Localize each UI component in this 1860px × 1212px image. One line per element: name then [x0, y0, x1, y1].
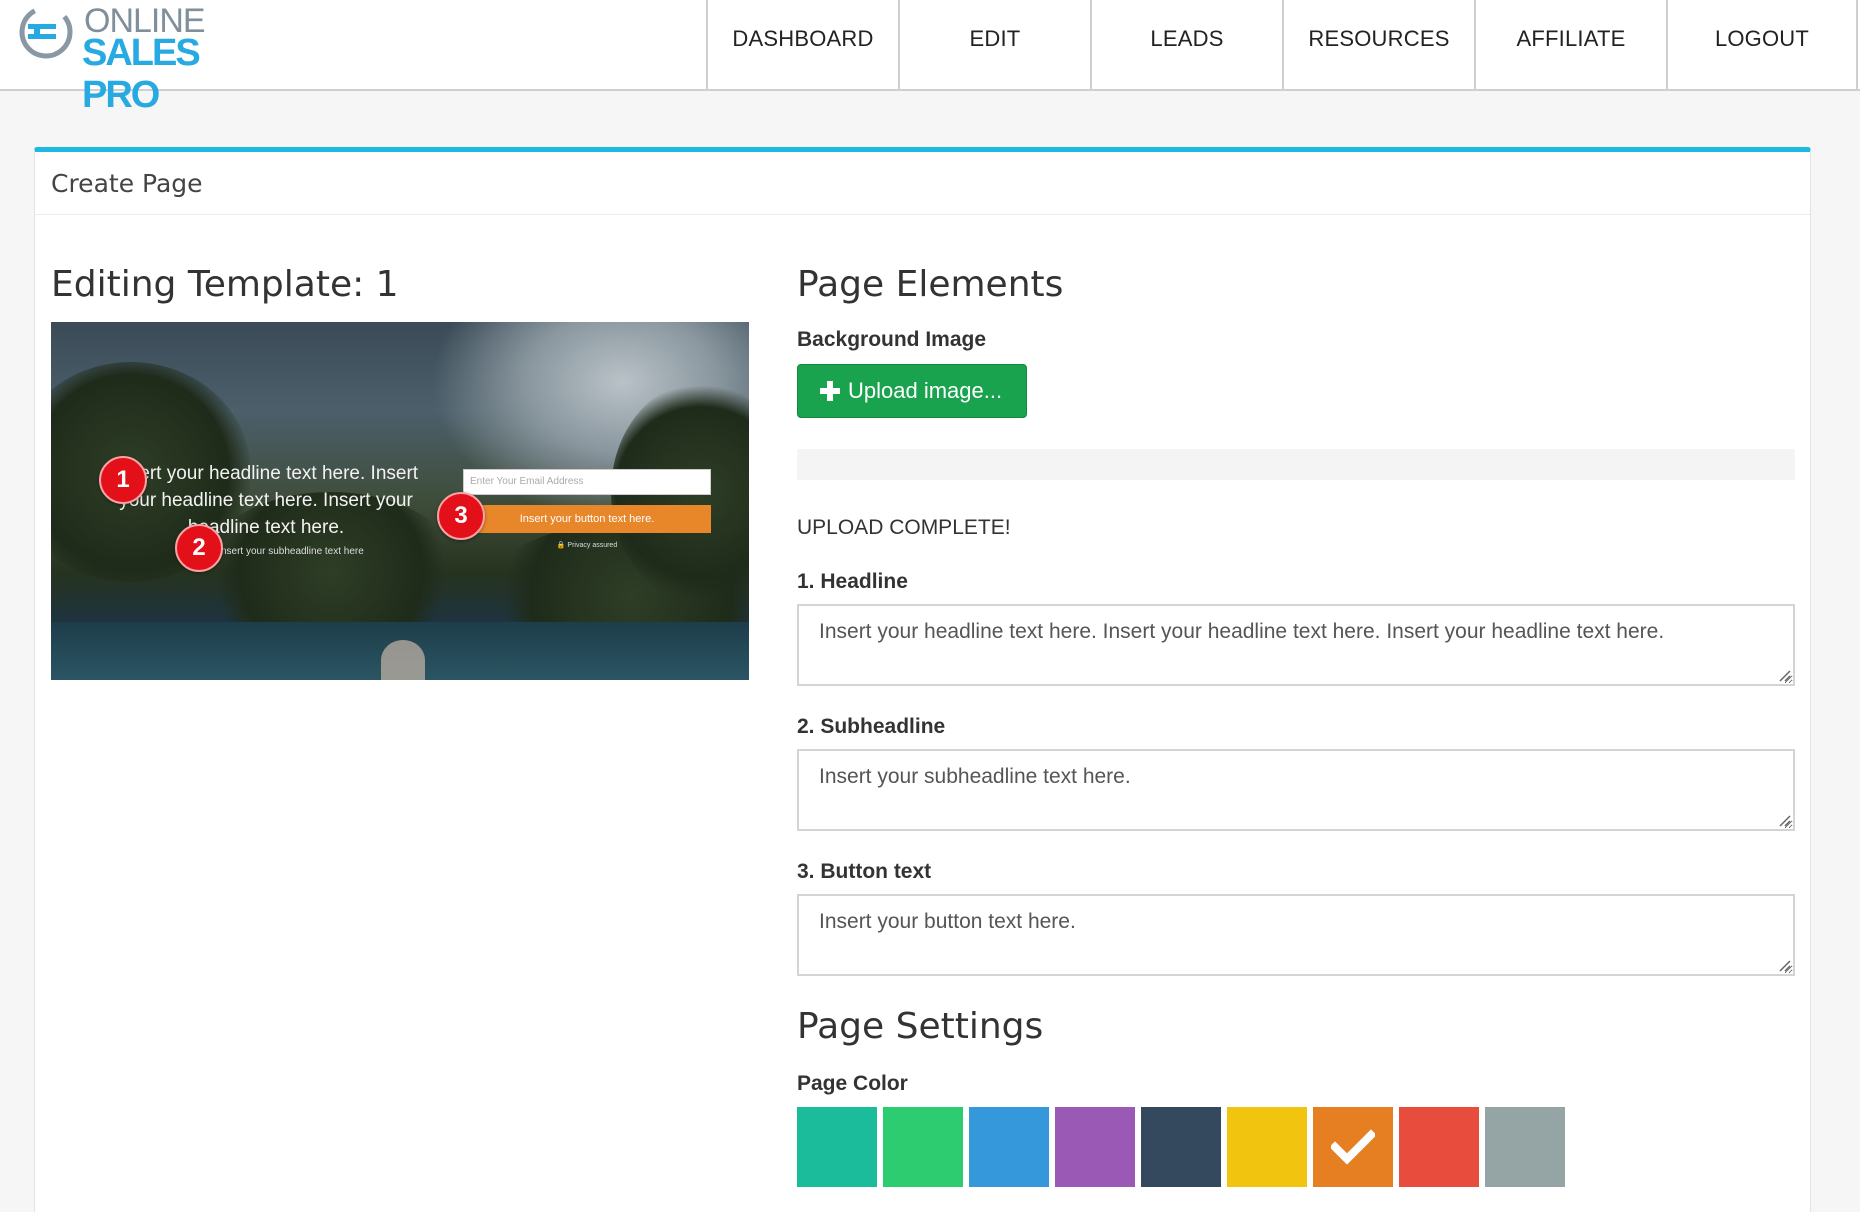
upload-image-button[interactable]: Upload image...: [797, 364, 1027, 418]
template-title: Editing Template: 1: [51, 264, 399, 305]
subheadline-label: 2. Subheadline: [797, 715, 946, 738]
nav-edit[interactable]: EDIT: [898, 0, 1090, 90]
preview-headline: Insert your headline text here. Insert y…: [113, 463, 419, 538]
upload-status: UPLOAD COMPLETE!: [797, 516, 1011, 539]
upload-progress-bar: [797, 449, 1795, 480]
color-swatch[interactable]: [797, 1107, 877, 1187]
preview-person: [381, 640, 425, 680]
headline-textarea[interactable]: Insert your headline text here. Insert y…: [797, 604, 1795, 686]
color-swatch[interactable]: [1227, 1107, 1307, 1187]
marker-button[interactable]: 3: [437, 492, 485, 540]
panel-title: Create Page: [35, 152, 1810, 215]
background-image-label: Background Image: [797, 328, 987, 351]
headline-field-wrap: Insert your headline text here. Insert y…: [797, 604, 1795, 686]
headline-label: 1. Headline: [797, 570, 908, 593]
color-swatch[interactable]: [969, 1107, 1049, 1187]
nav-dashboard[interactable]: DASHBOARD: [706, 0, 898, 90]
nav-logout[interactable]: LOGOUT: [1666, 0, 1858, 90]
nav-leads[interactable]: LEADS: [1090, 0, 1282, 90]
checkmark-icon: [1331, 1129, 1375, 1165]
brand-line-2: SALES PRO: [82, 32, 201, 116]
page-settings-title: Page Settings: [797, 1006, 1044, 1047]
color-swatch-selected[interactable]: [1313, 1107, 1393, 1187]
main-nav: DASHBOARD EDIT LEADS RESOURCES AFFILIATE…: [706, 0, 1858, 90]
subheadline-field-wrap: Insert your subheadline text here.: [797, 749, 1795, 831]
nav-affiliate[interactable]: AFFILIATE: [1474, 0, 1666, 90]
brand-logo[interactable]: ONLINE SALES PRO: [18, 2, 268, 116]
color-swatch[interactable]: [1399, 1107, 1479, 1187]
button-text-label: 3. Button text: [797, 860, 932, 883]
color-swatch[interactable]: [1485, 1107, 1565, 1187]
color-swatch[interactable]: [1141, 1107, 1221, 1187]
button-text-textarea[interactable]: Insert your button text here.: [797, 894, 1795, 976]
preview-button: Insert your button text here.: [463, 505, 711, 533]
marker-subheadline[interactable]: 2: [175, 524, 223, 572]
color-swatch[interactable]: [1055, 1107, 1135, 1187]
create-page-panel: Create Page Editing Template: 1 Insert y…: [34, 147, 1811, 1212]
top-bar: ONLINE SALES PRO DASHBOARD EDIT LEADS RE…: [0, 0, 1860, 116]
upload-image-label: Upload image...: [848, 378, 1003, 403]
page-color-swatches: [797, 1107, 1565, 1187]
marker-headline[interactable]: 1: [99, 456, 147, 504]
plus-icon: [820, 381, 840, 401]
button-text-field-wrap: Insert your button text here.: [797, 894, 1795, 976]
color-swatch[interactable]: [883, 1107, 963, 1187]
subheadline-textarea[interactable]: Insert your subheadline text here.: [797, 749, 1795, 831]
page-color-label: Page Color: [797, 1072, 908, 1095]
logo-mark-icon: [19, 5, 73, 59]
page-elements-title: Page Elements: [797, 264, 1064, 305]
preview-privacy-note: 🔒 Privacy assured: [556, 542, 618, 549]
nav-resources[interactable]: RESOURCES: [1282, 0, 1474, 90]
preview-email-field: Enter Your Email Address: [463, 469, 711, 495]
template-preview: Insert your headline text here. Insert y…: [51, 322, 749, 680]
